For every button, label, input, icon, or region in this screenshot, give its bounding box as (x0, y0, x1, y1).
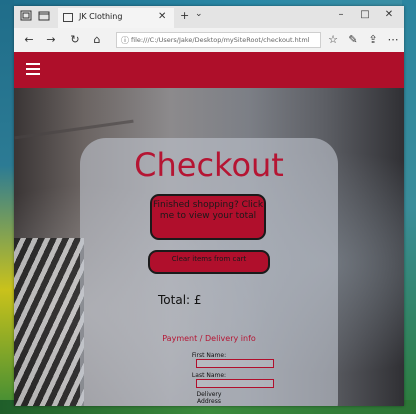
tab-title: JK Clothing (79, 12, 123, 21)
notes-icon[interactable]: ✎ (346, 33, 360, 47)
clear-cart-button[interactable]: Clear items from cart (148, 250, 270, 274)
navigation-bar: ← → ↻ ⌂ ⓘ file:///C:/Users/Jake/Desktop/… (14, 28, 404, 53)
forward-icon[interactable]: → (44, 33, 58, 47)
view-total-button[interactable]: Finished shopping? Click me to view your… (150, 194, 266, 240)
first-name-field[interactable] (196, 359, 274, 368)
address-bar[interactable]: ⓘ file:///C:/Users/Jake/Desktop/mySiteRo… (116, 32, 321, 48)
more-icon[interactable]: ⋯ (386, 33, 400, 47)
back-icon[interactable]: ← (22, 33, 36, 47)
page-title: Checkout (134, 146, 284, 184)
close-tab-icon[interactable]: ✕ (158, 11, 166, 22)
hamburger-menu-icon[interactable] (26, 63, 40, 76)
delivery-address-label: Delivery Address (196, 391, 222, 405)
chevron-down-icon[interactable]: ⌄ (195, 9, 203, 19)
last-name-label: Last Name: (191, 372, 227, 379)
refresh-icon[interactable]: ↻ (68, 33, 82, 47)
page-icon (63, 13, 73, 22)
payment-heading: Payment / Delivery info (162, 334, 256, 343)
browser-window: JK Clothing ✕ + ⌄ – □ ✕ ← → ↻ ⌂ ⓘ file:/… (14, 6, 404, 406)
tab-group-icon[interactable] (19, 10, 33, 23)
tabs-aside-icon[interactable] (37, 10, 51, 23)
maximize-icon[interactable]: □ (356, 9, 374, 20)
address-text: file:///C:/Users/Jake/Desktop/mySiteRoot… (131, 36, 310, 44)
last-name-field[interactable] (196, 379, 274, 388)
first-name-label: First Name: (191, 352, 227, 359)
desktop-wallpaper-left (0, 0, 14, 414)
background-photo-rail (14, 119, 134, 140)
share-icon[interactable]: ⇪ (366, 33, 380, 47)
desktop-wallpaper-right (402, 0, 416, 414)
info-icon: ⓘ (121, 36, 129, 45)
checkout-panel: Checkout Finished shopping? Click me to … (80, 138, 338, 406)
close-window-icon[interactable]: ✕ (380, 9, 398, 20)
total-label: Total: £ (158, 293, 202, 307)
page-content: Checkout Finished shopping? Click me to … (14, 88, 404, 406)
favorite-icon[interactable]: ☆ (326, 33, 340, 47)
tab-bar: JK Clothing ✕ + ⌄ – □ ✕ (14, 6, 404, 28)
background-photo-garment (14, 238, 84, 406)
site-header (14, 52, 404, 88)
minimize-icon[interactable]: – (332, 9, 350, 20)
tab-jk-clothing[interactable]: JK Clothing ✕ (58, 8, 174, 28)
home-icon[interactable]: ⌂ (90, 33, 104, 47)
new-tab-icon[interactable]: + (180, 9, 189, 22)
